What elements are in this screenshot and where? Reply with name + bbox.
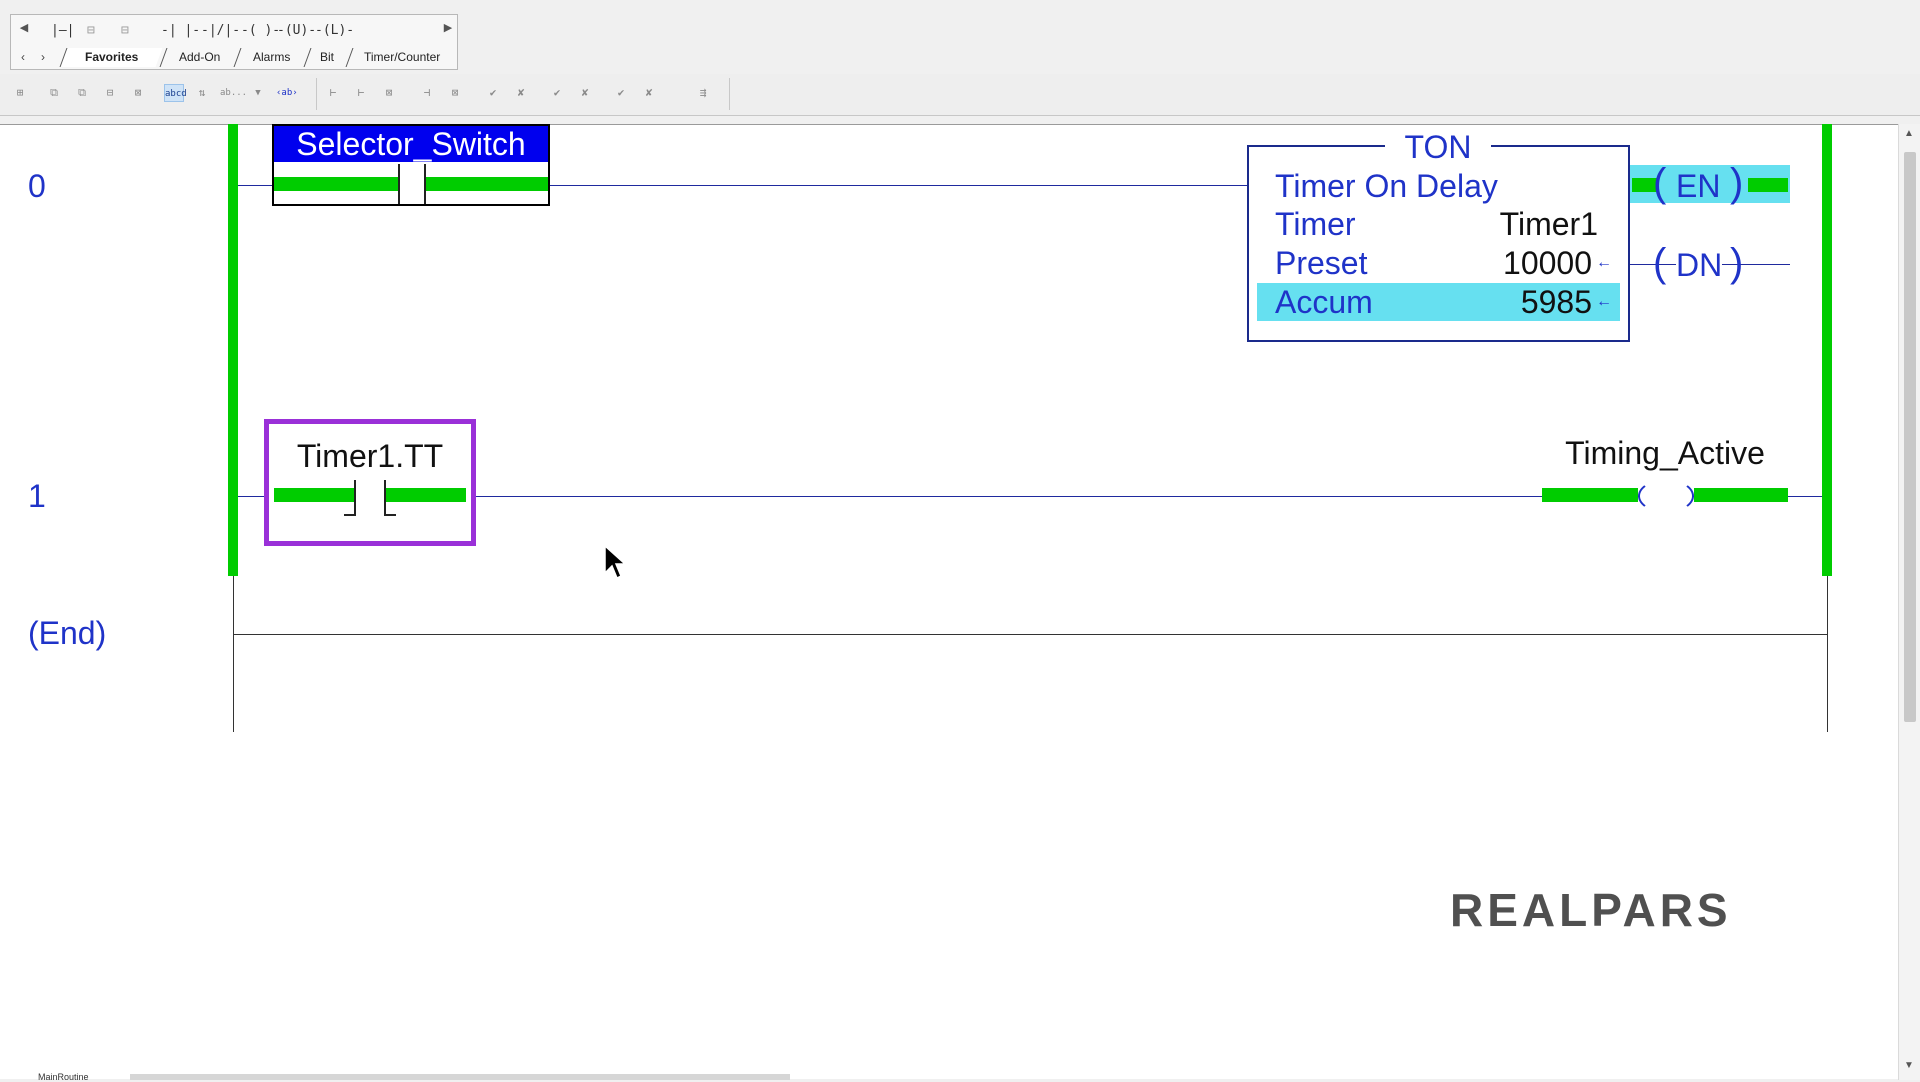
dn-open-paren: ( (1653, 241, 1667, 285)
ton-accum-value[interactable]: 5985 (1521, 283, 1592, 321)
left-rail-unpowered (233, 576, 234, 732)
otu-button[interactable]: -(U)- (277, 20, 316, 42)
remove-edits-icon[interactable]: ⊠ (445, 84, 465, 102)
palette-tab-strip: ‹ › Favorites Add-On Alarms Bit Timer/Co… (11, 47, 459, 69)
dn-output[interactable]: DN (1676, 247, 1723, 284)
tab-favorites[interactable]: Favorites (59, 48, 163, 67)
tab-add-on[interactable]: Add-On (159, 48, 239, 67)
energized-bar (274, 174, 398, 194)
routine-tab[interactable]: MainRoutine (38, 1072, 89, 1082)
rung-number[interactable]: 1 (28, 478, 46, 515)
palette-scroll-right-icon[interactable]: ▶ (441, 21, 455, 34)
ton-title: TON (1385, 131, 1491, 163)
sort-icon[interactable]: ⇅ (192, 84, 212, 102)
toolbar-group-edits: ⊢ ⊢ ⊠ ⊣ ⊠ ✔ ✘ ✔ ✘ ✔ ✘ ⇶ (316, 78, 730, 110)
dn-close-paren: ) (1730, 241, 1744, 285)
tag-description-toggle[interactable]: abcd (164, 84, 187, 102)
cancel-accepted-edits-icon[interactable]: ✘ (639, 84, 659, 102)
coil-tag[interactable]: Timing_Active (1530, 435, 1800, 472)
realpars-logo: REALPARS (1450, 884, 1732, 936)
contact-symbol (384, 480, 396, 516)
right-rail-unpowered (1827, 576, 1828, 732)
xio-button[interactable]: -|/|- (201, 20, 240, 42)
xic-button[interactable]: -| |- (161, 20, 200, 42)
energized-bar (384, 485, 466, 505)
paste-rung-icon[interactable]: ⧉ (72, 84, 92, 102)
ton-accum-row[interactable]: Accum 5985 ← (1257, 283, 1620, 321)
en-close-paren: ) (1730, 161, 1744, 205)
vertical-scrollbar[interactable]: ▲ ▼ (1898, 124, 1920, 1080)
start-edits-icon[interactable]: ⊢ (323, 84, 343, 102)
pending-edits-icon[interactable]: ⊢ (351, 84, 371, 102)
rung-button[interactable]: |—| (51, 20, 74, 42)
tab-timer-counter[interactable]: Timer/Counter (345, 48, 459, 67)
ote-button[interactable]: -( )- (241, 20, 280, 42)
ladder-toolbar: ⊞ ⧉ ⧉ ⊟ ⊠ abcd ⇅ ab... ▼ ‹ab› ⊢ ⊢ ⊠ ⊣ ⊠ … (0, 74, 1920, 116)
tab-next-icon[interactable]: › (41, 50, 45, 64)
right-power-rail (1822, 124, 1832, 576)
insert-edits-icon[interactable]: ⊣ (417, 84, 437, 102)
tag-toggle-button[interactable]: ‹ab› (276, 84, 298, 102)
end-rung-label: (End) (28, 615, 107, 651)
copy-rung-icon[interactable]: ⧉ (44, 84, 64, 102)
contact-tag[interactable]: Selector_Switch (274, 126, 548, 162)
contact-symbol (398, 164, 426, 204)
contact-symbol (344, 480, 356, 516)
ton-description: Timer On Delay (1275, 168, 1498, 204)
arrow-left-icon: ← (1596, 293, 1612, 310)
ton-preset-value[interactable]: 10000 (1503, 244, 1592, 282)
energized-bar (1694, 485, 1788, 505)
ton-instruction[interactable]: TON Timer On Delay Timer Timer1 Preset 1… (1247, 131, 1630, 342)
mouse-pointer-icon (604, 545, 626, 580)
scrollbar-thumb[interactable] (1904, 152, 1916, 722)
end-rung-line (233, 634, 1828, 635)
ton-timer-label: Timer (1275, 206, 1356, 242)
untest-edits-icon[interactable]: ✘ (575, 84, 595, 102)
contact-tag[interactable]: Timer1.TT (269, 438, 471, 475)
en-output[interactable]: EN (1676, 168, 1720, 205)
scroll-down-icon[interactable]: ▼ (1904, 1060, 1914, 1071)
horizontal-scrollbar[interactable] (130, 1074, 790, 1080)
instruction-palette: ◀ |—| ⊟ ⊟ -| |- -|/|- -( )- -(U)- -(L)- … (10, 14, 459, 70)
chevron-down-icon[interactable]: ▼ (248, 84, 268, 102)
xic-timer1-tt[interactable]: Timer1.TT (264, 419, 476, 546)
en-open-paren: ( (1653, 161, 1667, 205)
ton-preset-label: Preset (1275, 245, 1368, 281)
ote-coil[interactable] (1638, 479, 1694, 513)
insert-rung-icon[interactable]: ⊟ (100, 84, 120, 102)
test-edits-icon[interactable]: ✔ (547, 84, 567, 102)
verify-rung-icon[interactable]: ⊞ (10, 84, 30, 102)
tab-bit[interactable]: Bit (303, 48, 351, 67)
tag-format-dropdown[interactable]: ab... (220, 84, 247, 102)
energized-bar (1748, 175, 1788, 195)
rung-number[interactable]: 0 (28, 168, 46, 205)
energized-bar (426, 174, 548, 194)
accept-edits-icon[interactable]: ✔ (483, 84, 503, 102)
accept-program-edits-icon[interactable]: ✘ (511, 84, 531, 102)
finalize-edits-icon[interactable]: ⇶ (693, 84, 713, 102)
delete-rung-icon[interactable]: ⊠ (128, 84, 148, 102)
cancel-edits-icon[interactable]: ⊠ (379, 84, 399, 102)
toolbar-group-edit: ⊞ ⧉ ⧉ ⊟ ⊠ abcd ⇅ ab... ▼ ‹ab› (4, 78, 306, 110)
left-power-rail (228, 124, 238, 576)
palette-scroll-left-icon[interactable]: ◀ (17, 21, 31, 34)
branch-level-button[interactable]: ⊟ (121, 20, 129, 42)
otl-button[interactable]: -(L)- (315, 20, 354, 42)
ton-timer-value[interactable]: Timer1 (1500, 205, 1598, 243)
branch-button[interactable]: ⊟ (87, 20, 95, 42)
assemble-edits-icon[interactable]: ✔ (611, 84, 631, 102)
ton-preset-row[interactable]: Preset 10000 ← (1257, 244, 1620, 282)
ton-description-row: Timer On Delay (1257, 167, 1620, 205)
arrow-left-icon: ← (1596, 254, 1612, 271)
energized-bar (1542, 485, 1638, 505)
scroll-up-icon[interactable]: ▲ (1904, 128, 1914, 139)
tab-alarms[interactable]: Alarms (233, 48, 309, 67)
ton-accum-label: Accum (1275, 284, 1373, 320)
tab-prev-icon[interactable]: ‹ (21, 50, 25, 64)
palette-instruction-row: ◀ |—| ⊟ ⊟ -| |- -|/|- -( )- -(U)- -(L)- … (11, 19, 457, 43)
ton-timer-row[interactable]: Timer Timer1 (1257, 205, 1620, 243)
